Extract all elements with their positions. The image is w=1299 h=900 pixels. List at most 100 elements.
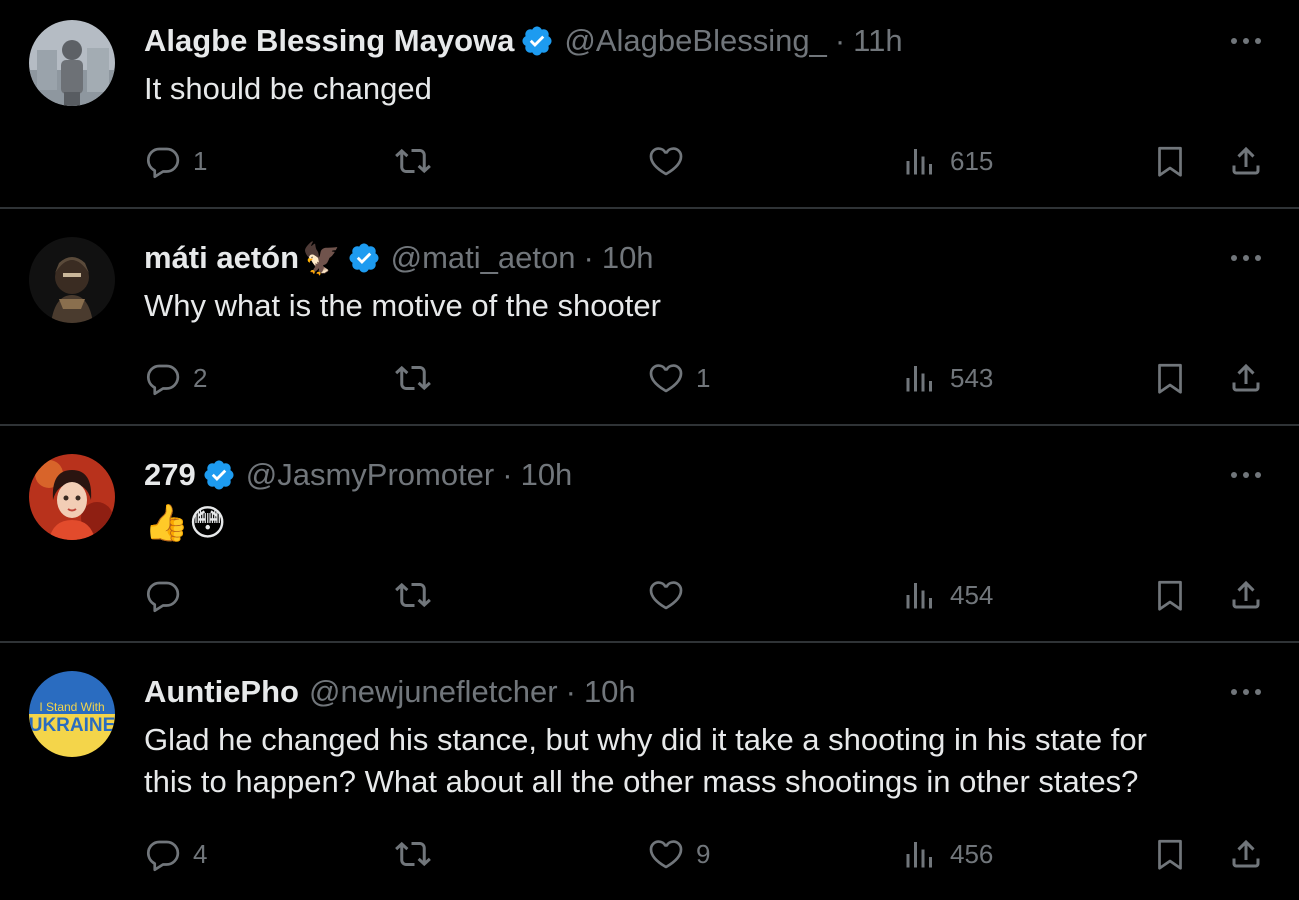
timestamp[interactable]: 10h <box>602 240 654 276</box>
reply-icon <box>145 360 181 396</box>
display-name[interactable]: 279 <box>144 457 196 493</box>
views-button[interactable]: 615 <box>902 139 993 183</box>
reply-button[interactable]: 1 <box>145 139 207 183</box>
bookmark-icon <box>1152 143 1188 179</box>
more-options-icon[interactable] <box>1228 684 1264 700</box>
separator-dot: · <box>834 23 846 58</box>
heart-icon <box>648 577 684 613</box>
reply-count: 1 <box>193 145 208 176</box>
tweet-actions: 454 <box>0 573 1299 617</box>
retweet-button[interactable] <box>394 573 432 617</box>
bookmark-button[interactable] <box>1152 832 1188 876</box>
like-button[interactable]: 1 <box>648 356 710 400</box>
views-button[interactable]: 456 <box>902 832 993 876</box>
views-icon <box>902 360 938 396</box>
tweet-text: It should be changed <box>144 71 432 106</box>
tweet-text: Why what is the motive of the shooter <box>144 288 661 323</box>
timestamp[interactable]: 11h <box>853 23 902 59</box>
retweet-icon <box>394 143 432 179</box>
view-count: 543 <box>950 362 994 393</box>
tweet-actions: 1 615 <box>0 139 1299 183</box>
avatar[interactable] <box>29 20 115 106</box>
retweet-button[interactable] <box>394 139 432 183</box>
reply-icon <box>145 143 181 179</box>
avatar[interactable] <box>29 454 115 540</box>
more-options-icon[interactable] <box>1228 250 1264 266</box>
user-handle[interactable]: @newjunefletcher <box>309 674 558 710</box>
avatar-text-bottom: UKRAINE <box>29 715 115 736</box>
display-name[interactable]: AuntiePho <box>144 674 299 710</box>
avatar[interactable] <box>29 237 115 323</box>
retweet-icon <box>394 577 432 613</box>
reply-button[interactable] <box>145 573 181 617</box>
avatar-text-top: I Stand With <box>39 700 104 714</box>
views-button[interactable]: 543 <box>902 356 993 400</box>
share-icon <box>1228 143 1264 179</box>
display-name[interactable]: máti aetón <box>144 240 299 276</box>
separator-dot: · <box>565 674 576 709</box>
tweet-actions: 2 1 543 <box>0 356 1299 400</box>
share-button[interactable] <box>1228 139 1264 183</box>
view-count: 615 <box>950 145 994 176</box>
view-count: 454 <box>950 579 994 610</box>
more-options-icon[interactable] <box>1228 467 1264 483</box>
bookmark-icon <box>1152 577 1188 613</box>
tweet[interactable]: máti aetón 🦅 @mati_aeton · 10h Why what … <box>0 209 1299 426</box>
view-count: 456 <box>950 838 994 869</box>
bookmark-button[interactable] <box>1152 139 1188 183</box>
bookmark-button[interactable] <box>1152 356 1188 400</box>
user-handle[interactable]: @mati_aeton <box>391 240 576 276</box>
verified-badge-icon <box>202 458 236 492</box>
heart-icon <box>648 143 684 179</box>
share-button[interactable] <box>1228 832 1264 876</box>
more-options-icon[interactable] <box>1228 33 1264 49</box>
user-handle[interactable]: @AlagbeBlessing_ <box>564 23 826 59</box>
separator-dot: · <box>502 457 513 492</box>
tweet-header: Alagbe Blessing Mayowa @AlagbeBlessing_ … <box>144 19 903 63</box>
retweet-button[interactable] <box>394 356 432 400</box>
bookmark-button[interactable] <box>1152 573 1188 617</box>
verified-badge-icon <box>520 24 554 58</box>
reply-button[interactable]: 2 <box>145 356 207 400</box>
tweet-header: AuntiePho @newjunefletcher · 10h <box>144 670 636 714</box>
tweet-text: Glad he changed his stance, but why did … <box>144 719 1254 803</box>
reply-button[interactable]: 4 <box>145 832 207 876</box>
share-icon <box>1228 577 1264 613</box>
retweet-button[interactable] <box>394 832 432 876</box>
views-icon <box>902 577 938 613</box>
name-emoji-eagle: 🦅 <box>302 240 341 276</box>
tweet-header: máti aetón 🦅 @mati_aeton · 10h <box>144 236 654 280</box>
reply-count: 2 <box>193 362 208 393</box>
reply-icon <box>145 577 181 613</box>
like-button[interactable]: 9 <box>648 832 710 876</box>
bookmark-icon <box>1152 360 1188 396</box>
user-handle[interactable]: @JasmyPromoter <box>246 457 495 493</box>
tweet[interactable]: 279 @JasmyPromoter · 10h 👍😳 454 <box>0 426 1299 643</box>
tweet-text-line: Glad he changed his stance, but why did … <box>144 722 1147 757</box>
tweet-emoji-text: 👍😳 <box>144 502 227 543</box>
verified-badge-icon <box>347 241 381 275</box>
share-button[interactable] <box>1228 356 1264 400</box>
avatar[interactable]: I Stand With UKRAINE <box>29 671 115 757</box>
share-button[interactable] <box>1228 573 1264 617</box>
views-button[interactable]: 454 <box>902 573 993 617</box>
tweet[interactable]: Alagbe Blessing Mayowa @AlagbeBlessing_ … <box>0 0 1299 209</box>
display-name[interactable]: Alagbe Blessing Mayowa <box>144 23 514 59</box>
retweet-icon <box>394 836 432 872</box>
share-icon <box>1228 360 1264 396</box>
tweet-text-line: this to happen? What about all the other… <box>144 764 1139 799</box>
like-count: 9 <box>696 838 711 869</box>
views-icon <box>902 836 938 872</box>
timestamp[interactable]: 10h <box>584 674 636 710</box>
timestamp[interactable]: 10h <box>521 457 573 493</box>
tweet-actions: 4 9 456 <box>0 832 1299 876</box>
tweet[interactable]: I Stand With UKRAINE AuntiePho @newjunef… <box>0 643 1299 900</box>
heart-icon <box>648 836 684 872</box>
like-count: 1 <box>696 362 711 393</box>
reply-icon <box>145 836 181 872</box>
like-button[interactable] <box>648 573 684 617</box>
share-icon <box>1228 836 1264 872</box>
retweet-icon <box>394 360 432 396</box>
like-button[interactable] <box>648 139 684 183</box>
tweet-header: 279 @JasmyPromoter · 10h <box>144 453 572 497</box>
